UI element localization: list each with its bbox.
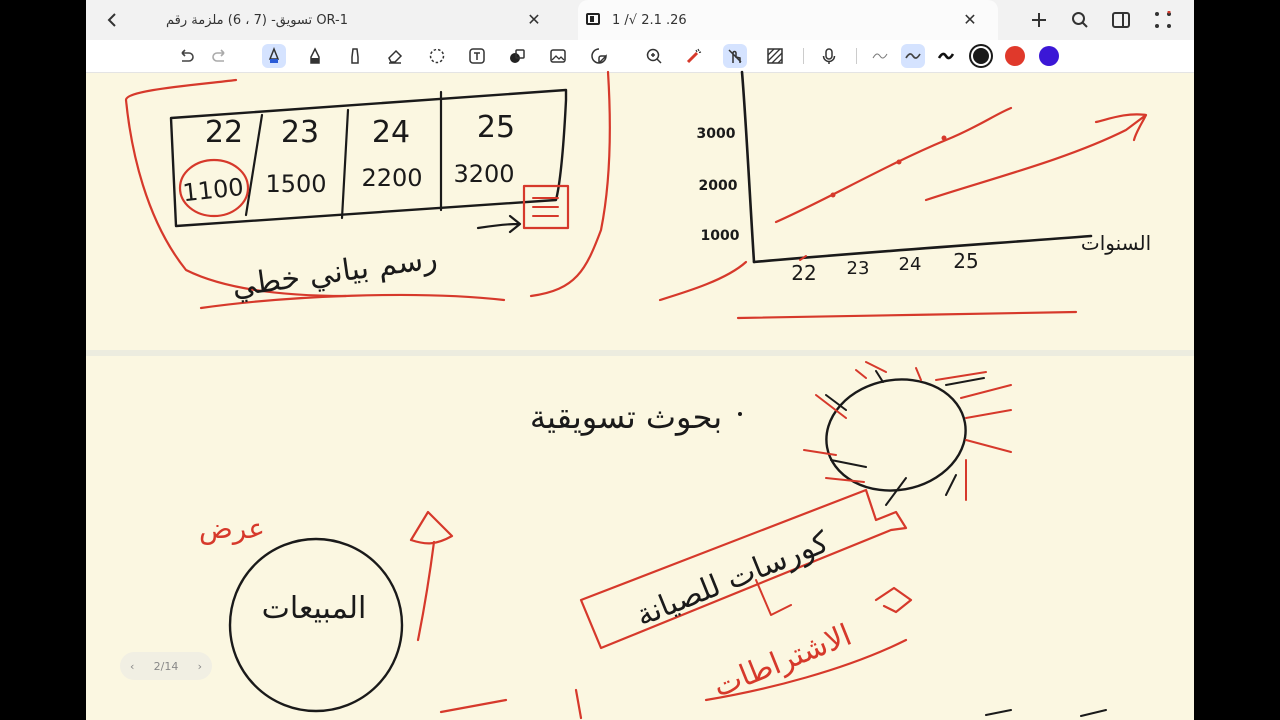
notes-app-screen: تسويق- (7 ، 6) ملزمة رقم OR-1 ✕ 1 /√ 2.1… (86, 0, 1194, 720)
page-heading: بحوث تسويقية (530, 398, 722, 436)
next-page-icon[interactable]: › (198, 660, 202, 673)
red-stroke (658, 260, 748, 302)
prev-page-icon[interactable]: ‹ (130, 660, 134, 673)
idea-circle (825, 378, 967, 492)
x-axis-title: السنوات (1081, 231, 1151, 255)
red-arrow-stroke (924, 113, 1148, 202)
table-divider (244, 113, 264, 217)
side-note: عرض (199, 512, 265, 545)
table-divider (340, 108, 350, 220)
red-stroke (439, 688, 583, 720)
y-tick-label: 3000 (697, 126, 736, 142)
table-value-25: 3200 (453, 160, 514, 188)
chart-point (896, 159, 902, 165)
x-tick-label: 22 (791, 261, 816, 285)
ink-dot (738, 412, 742, 416)
up-arrow-stroke (409, 510, 454, 642)
page-number: 2/14 (153, 659, 179, 673)
page-indicator[interactable]: ‹ 2/14 › (120, 652, 212, 680)
chart-trend-line (774, 106, 1013, 224)
x-tick-label: 25 (953, 249, 978, 273)
red-enclosure-stroke (529, 70, 611, 298)
handwriting-canvas[interactable]: 22 23 24 25 1100 1500 2200 3200 رسم بيان… (86, 0, 1194, 720)
arrow-stroke (476, 214, 522, 234)
y-tick-label: 1000 (701, 228, 740, 244)
idea-rays (803, 361, 1012, 501)
chart-point (830, 192, 836, 198)
x-tick-label: 23 (847, 258, 870, 279)
ink-stroke (985, 709, 1107, 717)
chart-y-axis (740, 70, 756, 264)
table-year-24: 24 (372, 115, 410, 150)
table-value-24: 2200 (361, 164, 422, 192)
table-value-22: 1100 (181, 173, 245, 207)
table-year-22: 22 (205, 115, 243, 150)
table-year-23: 23 (281, 115, 319, 150)
idea-rays (825, 370, 985, 506)
red-underline-stroke (736, 310, 1078, 320)
table-year-25: 25 (477, 110, 515, 145)
chart-point (941, 135, 947, 141)
sales-circle-label: المبيعات (262, 591, 367, 626)
x-tick-label: 24 (899, 254, 922, 275)
table-value-23: 1500 (265, 170, 326, 198)
sub-note: الاشتراطات (708, 618, 856, 705)
y-tick-label: 2000 (699, 178, 738, 194)
